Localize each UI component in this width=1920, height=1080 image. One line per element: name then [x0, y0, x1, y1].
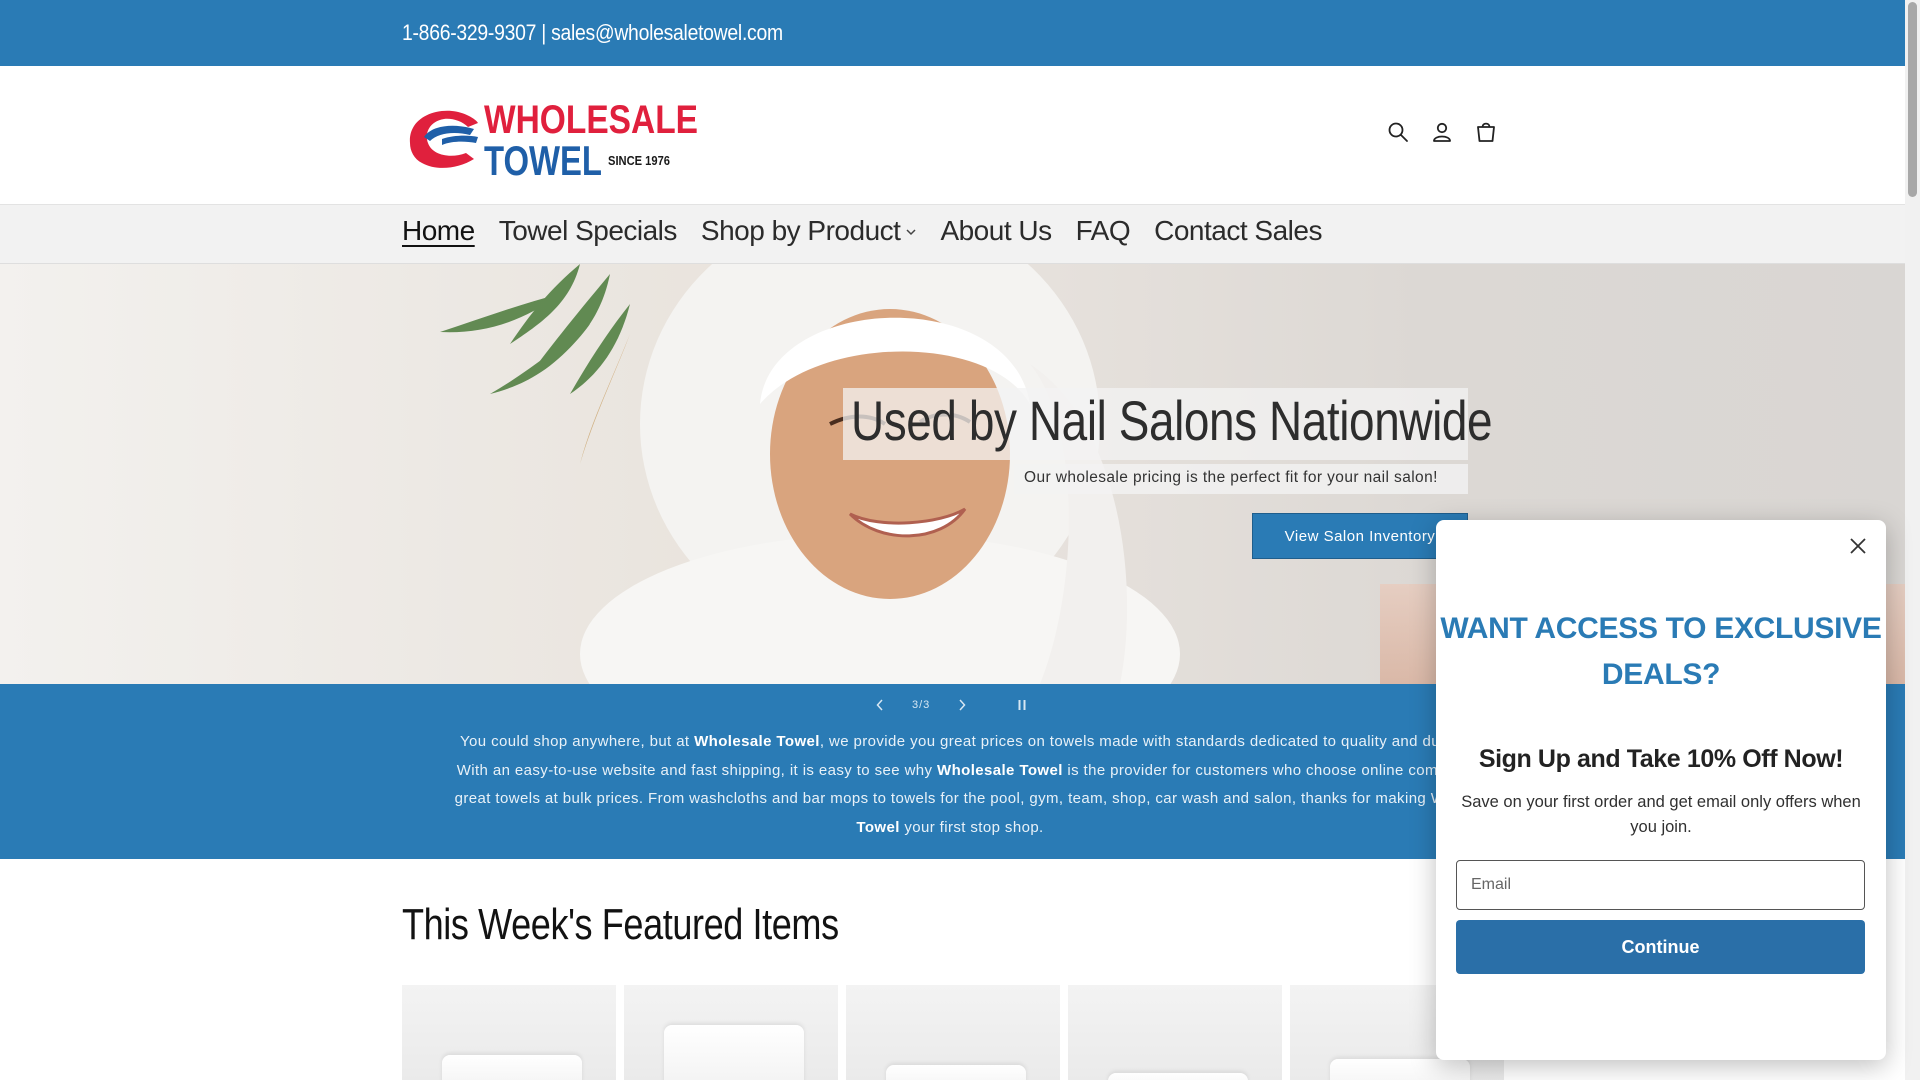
slideshow-controls: 3/3 — [870, 694, 1032, 716]
product-card[interactable] — [624, 985, 838, 1080]
logo-mark: WHOLESALE TOWEL SINCE 1976 — [409, 98, 698, 184]
logo-since: SINCE 1976 — [608, 153, 670, 168]
product-card[interactable] — [402, 985, 616, 1080]
nav-item-label: Shop by Product — [700, 215, 901, 246]
pause-icon[interactable] — [1012, 694, 1032, 716]
nav-item-contact-sales[interactable]: Contact Sales — [1154, 215, 1322, 247]
popup-heading: WANT ACCESS TO EXCLUSIVE DEALS? — [1440, 612, 1882, 691]
scrollbar-thumb[interactable] — [1908, 2, 1917, 197]
popup-description: Save on your first order and get email o… — [1461, 793, 1861, 836]
nav-item-about-us[interactable]: About Us — [940, 215, 1052, 247]
close-icon[interactable] — [1844, 532, 1872, 560]
site-header: WHOLESALE TOWEL SINCE 1976 — [0, 66, 1905, 205]
popup-subheading: Sign Up and Take 10% Off Now! — [1478, 745, 1844, 773]
nav-item-shop-by-product[interactable]: Shop by Product — [701, 215, 917, 247]
featured-items-heading: This Week's Featured Items — [402, 900, 839, 949]
announcement-text: 1-866-329-9307 | sales@wholesaletowel.co… — [402, 20, 783, 45]
page-scrollbar[interactable] — [1905, 0, 1920, 1080]
account-icon[interactable] — [1430, 120, 1454, 144]
hero-subtitle: Our wholesale pricing is the perfect fit… — [1024, 469, 1438, 486]
header-icons — [1386, 120, 1498, 144]
chevron-down-icon — [906, 223, 916, 239]
slide-counter: 3/3 — [912, 699, 931, 711]
next-slide-icon[interactable] — [952, 694, 972, 716]
product-card[interactable] — [1068, 985, 1282, 1080]
cart-icon[interactable] — [1474, 120, 1498, 144]
logo[interactable]: WHOLESALE TOWEL SINCE 1976 — [402, 93, 702, 184]
product-card[interactable] — [846, 985, 1060, 1080]
nav-item-home[interactable]: Home — [402, 215, 475, 247]
signup-popup: WANT ACCESS TO EXCLUSIVE DEALS? Sign Up … — [1436, 520, 1886, 1060]
nav-item-towel-specials[interactable]: Towel Specials — [499, 215, 678, 247]
logo-line1: WHOLESALE — [484, 98, 698, 142]
main-nav: Home Towel Specials Shop by Product Abou… — [0, 205, 1905, 264]
continue-button[interactable]: Continue — [1456, 920, 1865, 974]
email-field[interactable] — [1456, 860, 1865, 910]
search-icon[interactable] — [1386, 120, 1410, 144]
hero-title: Used by Nail Salons Nationwide — [851, 389, 1493, 452]
previous-slide-icon[interactable] — [870, 694, 890, 716]
nav-item-faq[interactable]: FAQ — [1076, 215, 1131, 247]
announcement-bar: 1-866-329-9307 | sales@wholesaletowel.co… — [0, 0, 1905, 66]
featured-products-grid — [402, 985, 1504, 1080]
intro-text: You could shop anywhere, but at Wholesal… — [454, 733, 1446, 836]
logo-line2: TOWEL — [484, 137, 602, 177]
